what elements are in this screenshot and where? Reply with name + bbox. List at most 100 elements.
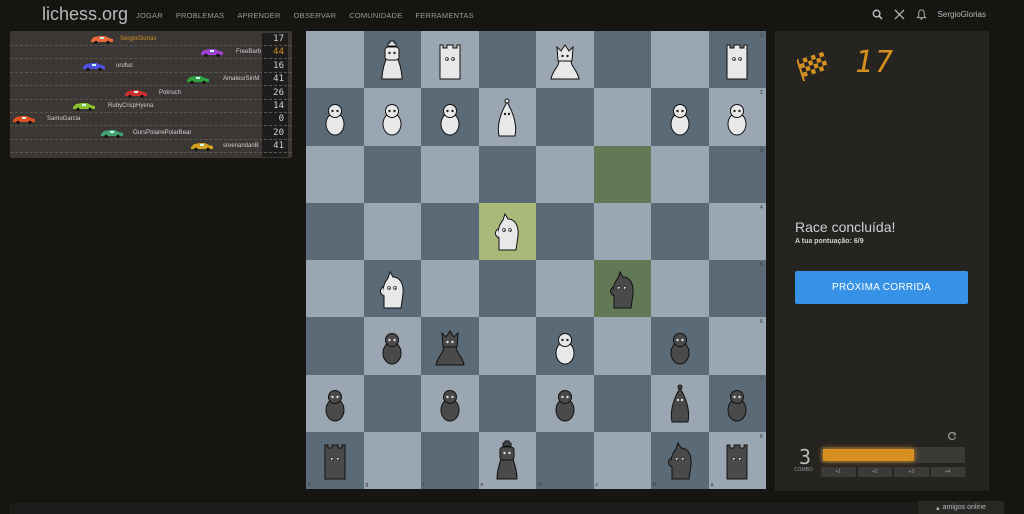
white-knight-icon[interactable]	[364, 260, 422, 317]
racer-name[interactable]: Pokruch	[159, 90, 181, 96]
white-bishop-icon[interactable]	[479, 88, 537, 145]
racer-name[interactable]: SergioGlorias	[120, 36, 156, 42]
combo-bar-fill	[823, 449, 914, 461]
board-square[interactable]	[363, 374, 421, 432]
board-square[interactable]	[708, 202, 766, 260]
board-square[interactable]	[593, 374, 651, 432]
board-square[interactable]	[306, 145, 364, 203]
board-square[interactable]	[363, 202, 421, 260]
racer-name[interactable]: FreeBarb	[236, 49, 261, 55]
black-pawn-icon[interactable]	[536, 375, 594, 432]
combo-steps: +1 +2 +3 +4	[821, 467, 965, 477]
black-king-icon[interactable]	[479, 432, 537, 489]
board-square[interactable]	[478, 317, 536, 375]
reload-icon[interactable]	[947, 431, 957, 444]
nav-tools[interactable]: FERRAMENTAS	[415, 11, 473, 20]
board-square[interactable]	[421, 202, 479, 260]
board-square[interactable]	[306, 202, 364, 260]
board-square[interactable]	[363, 145, 421, 203]
board-square[interactable]	[478, 374, 536, 432]
board-square[interactable]	[593, 31, 651, 89]
white-pawn-icon[interactable]	[536, 317, 594, 374]
racer-score: 16	[273, 60, 284, 71]
board-square[interactable]	[651, 145, 709, 203]
race-lane: urufuc 16	[10, 60, 292, 73]
black-pawn-icon[interactable]	[651, 317, 709, 374]
nav-play[interactable]: JOGAR	[136, 11, 163, 20]
racer-name[interactable]: sreenandanB	[223, 143, 259, 149]
rank-label: 5	[760, 262, 763, 268]
black-rook-icon[interactable]	[306, 432, 364, 489]
white-queen-icon[interactable]	[536, 31, 594, 88]
main-nav: JOGAR PROBLEMAS APRENDER OBSERVAR COMUNI…	[136, 11, 487, 20]
racer-name[interactable]: OursPolairePolarBear	[133, 130, 191, 136]
white-pawn-icon[interactable]	[364, 88, 422, 145]
board-square[interactable]	[536, 431, 594, 489]
notifications-bell-icon[interactable]	[916, 8, 928, 20]
combo-step: +1	[821, 467, 856, 477]
board-square[interactable]	[593, 202, 651, 260]
site-logo[interactable]: lichess.org	[42, 4, 128, 25]
black-pawn-icon[interactable]	[306, 375, 364, 432]
board-square[interactable]	[421, 431, 479, 489]
white-pawn-icon[interactable]	[651, 88, 709, 145]
combo-label: COMBO	[794, 467, 813, 473]
board-square[interactable]	[651, 260, 709, 318]
friends-online-button[interactable]: ▴ amigos online	[918, 501, 1004, 514]
board-square[interactable]	[306, 317, 364, 375]
board-square[interactable]	[363, 431, 421, 489]
board-square[interactable]	[536, 145, 594, 203]
board-square[interactable]	[708, 260, 766, 318]
white-knight-icon[interactable]	[479, 203, 537, 260]
board-square[interactable]	[306, 31, 364, 89]
board-square[interactable]	[593, 317, 651, 375]
black-bishop-icon[interactable]	[651, 375, 709, 432]
board-square[interactable]	[421, 145, 479, 203]
black-pawn-icon[interactable]	[364, 317, 422, 374]
white-pawn-icon[interactable]	[709, 88, 767, 145]
challenge-swords-icon[interactable]	[894, 8, 906, 20]
racer-name[interactable]: RubyCrispHyena	[108, 103, 153, 109]
board-square[interactable]	[306, 260, 364, 318]
black-knight-icon[interactable]	[651, 432, 709, 489]
race-lane: SergioGlorias 17	[10, 33, 292, 46]
nav-community[interactable]: COMUNIDADE	[349, 11, 402, 20]
board-square[interactable]	[478, 260, 536, 318]
board-square[interactable]	[708, 317, 766, 375]
black-pawn-icon[interactable]	[709, 375, 767, 432]
race-finished-title: Race concluída!	[795, 219, 896, 235]
white-rook-icon[interactable]	[421, 31, 479, 88]
board-square[interactable]	[593, 431, 651, 489]
board-square[interactable]	[421, 260, 479, 318]
black-rook-icon[interactable]	[709, 432, 767, 489]
board-square[interactable]	[708, 145, 766, 203]
white-rook-icon[interactable]	[709, 31, 767, 88]
racer-name[interactable]: SamuGarcia	[47, 116, 80, 122]
board-square[interactable]	[478, 31, 536, 89]
white-pawn-icon[interactable]	[421, 88, 479, 145]
white-king-icon[interactable]	[364, 31, 422, 88]
nav-watch[interactable]: OBSERVAR	[294, 11, 337, 20]
black-queen-icon[interactable]	[421, 317, 479, 374]
final-score: 17	[855, 45, 896, 80]
board-square[interactable]	[536, 88, 594, 146]
chess-board[interactable]: 12345678hgfedcba	[306, 31, 766, 489]
white-pawn-icon[interactable]	[306, 88, 364, 145]
racer-name[interactable]: urufuc	[116, 63, 133, 69]
board-square[interactable]	[593, 145, 651, 203]
search-icon[interactable]	[872, 8, 884, 20]
next-race-button[interactable]: PRÓXIMA CORRIDA	[795, 271, 968, 304]
nav-learn[interactable]: APRENDER	[237, 11, 280, 20]
board-square[interactable]	[651, 202, 709, 260]
black-pawn-icon[interactable]	[421, 375, 479, 432]
racer-name[interactable]: AmateurSinM	[223, 76, 259, 82]
user-menu[interactable]: SergioGlorias	[938, 10, 986, 19]
board-square[interactable]	[536, 202, 594, 260]
board-square[interactable]	[536, 260, 594, 318]
board-square[interactable]	[651, 31, 709, 89]
race-lane: AmateurSinM 41	[10, 73, 292, 87]
board-square[interactable]	[478, 145, 536, 203]
black-knight-icon[interactable]	[594, 260, 652, 317]
board-square[interactable]	[593, 88, 651, 146]
nav-puzzles[interactable]: PROBLEMAS	[176, 11, 224, 20]
